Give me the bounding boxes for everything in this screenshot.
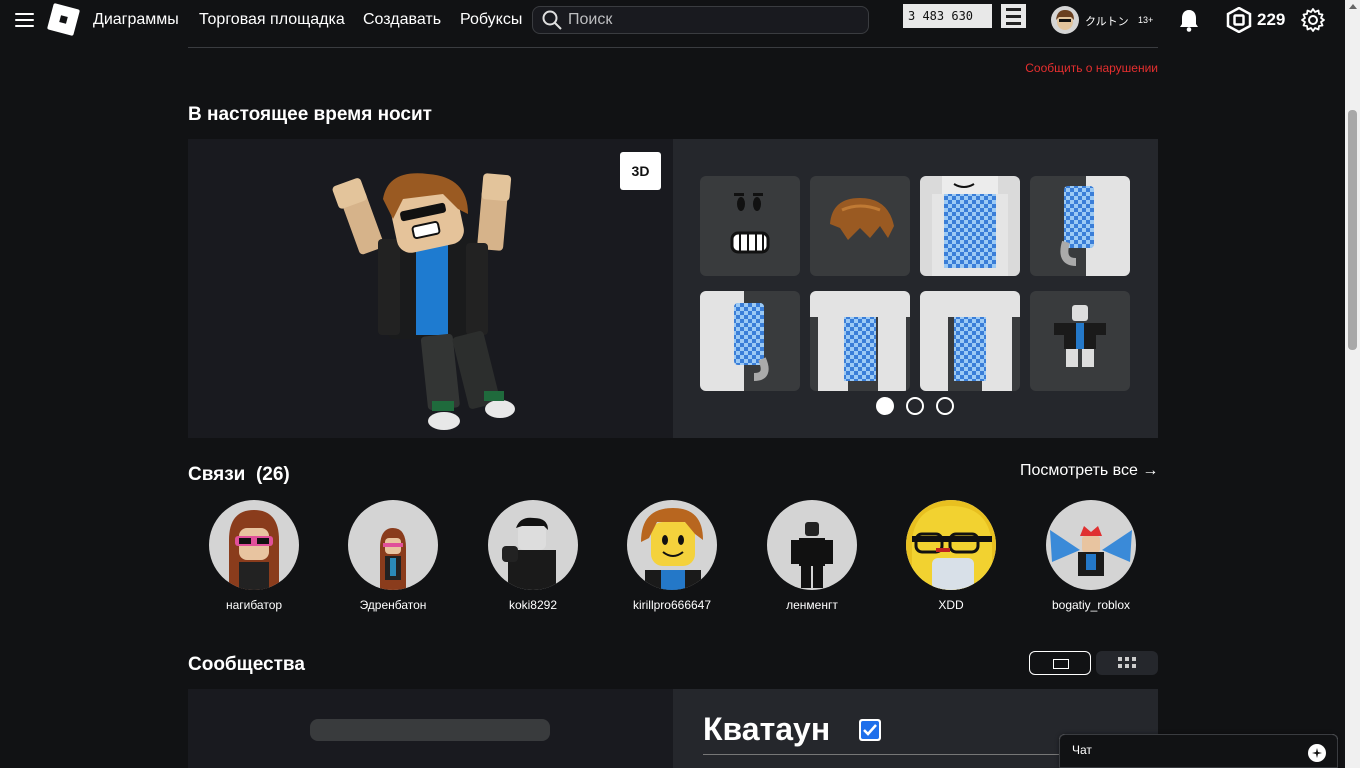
visit-counter: 3 483 630 (903, 4, 992, 28)
avatar[interactable] (1051, 6, 1079, 34)
carousel-dot-1[interactable] (876, 397, 894, 415)
new-chat-icon[interactable] (1308, 744, 1326, 762)
grid-view-icon (1118, 657, 1136, 668)
friend-name: Эдренбатон (359, 598, 427, 612)
community-divider (703, 754, 1063, 755)
left-arm-icon (700, 291, 769, 391)
carousel-dot-2[interactable] (906, 397, 924, 415)
friend-name: kirillpro666647 (632, 598, 712, 612)
robux-icon[interactable] (1226, 7, 1252, 33)
friend-card[interactable]: XDD (891, 500, 1011, 612)
connections-label: Связи (188, 464, 246, 485)
friend-name: нагибатор (225, 598, 283, 612)
friend-avatar (906, 500, 996, 590)
friend-avatar (209, 500, 299, 590)
friend-name: XDD (938, 598, 964, 612)
right-arm-icon (1060, 176, 1130, 276)
friend-name: bogatiy_roblox (1051, 598, 1131, 612)
gear-icon[interactable] (1300, 7, 1326, 33)
view-grid-button[interactable] (1096, 651, 1158, 675)
chat-label: Чат (1072, 743, 1092, 757)
3d-toggle-button[interactable]: 3D (620, 152, 661, 190)
slideshow-view-icon (1053, 659, 1069, 669)
roblox-logo[interactable] (46, 2, 81, 37)
friend-avatar (767, 500, 857, 590)
nav-marketplace[interactable]: Торговая площадка (199, 11, 345, 29)
item-left-leg[interactable] (920, 291, 1020, 391)
report-abuse-link[interactable]: Сообщить о нарушении (1025, 61, 1158, 75)
friend-card[interactable]: нагибатор (194, 500, 314, 612)
item-right-arm[interactable] (1030, 176, 1130, 276)
friend-name: koki8292 (508, 598, 558, 612)
left-leg-icon (920, 291, 1020, 391)
bell-icon[interactable] (1177, 7, 1201, 33)
item-hair[interactable] (810, 176, 910, 276)
friend-card[interactable]: ленменгт (752, 500, 872, 612)
chat-bar-inner: Чат (1059, 734, 1338, 768)
robux-balance[interactable]: 229 (1257, 10, 1285, 30)
nav-charts[interactable]: Диаграммы (93, 11, 179, 29)
friend-card[interactable]: bogatiy_roblox (1031, 500, 1151, 612)
item-right-leg[interactable] (810, 291, 910, 391)
see-all-link[interactable]: Посмотреть все → (1020, 462, 1158, 480)
friend-avatar (1046, 500, 1136, 590)
nav-robux[interactable]: Робуксы (460, 11, 522, 29)
verified-badge-icon (859, 719, 881, 741)
top-nav: Диаграммы Торговая площадка Создавать Ро… (0, 0, 1345, 40)
arrow-right-icon: → (1142, 462, 1159, 479)
scroll-up-arrow[interactable] (1349, 4, 1357, 9)
item-left-arm[interactable] (700, 291, 800, 391)
friend-card[interactable]: kirillpro666647 (612, 500, 732, 612)
connections-title: Связи (26) (188, 464, 290, 486)
friend-avatar (348, 500, 438, 590)
scroll-thumb[interactable] (1348, 110, 1357, 350)
view-slideshow-button[interactable] (1029, 651, 1091, 675)
connections-count: (26) (255, 464, 290, 485)
friend-avatar (627, 500, 717, 590)
scrollbar[interactable] (1345, 0, 1360, 768)
chat-bar[interactable]: Чат (1059, 734, 1338, 768)
item-shirt[interactable] (920, 176, 1020, 276)
username[interactable]: クルトン (1085, 13, 1129, 29)
communities-title: Сообщества (188, 654, 305, 675)
face-icon (730, 193, 770, 254)
search-icon (542, 10, 562, 30)
avatar-render (332, 173, 515, 430)
item-face[interactable] (700, 176, 800, 276)
avatar-preview (188, 139, 673, 438)
search-box (532, 6, 869, 34)
wearing-title: В настоящее время носит (188, 104, 432, 125)
item-outfit[interactable] (1030, 291, 1130, 391)
age-badge: 13+ (1138, 15, 1154, 25)
counter-menu-icon[interactable] (1001, 4, 1026, 28)
carousel-dot-3[interactable] (936, 397, 954, 415)
divider (188, 47, 1158, 48)
search-input[interactable] (568, 11, 858, 29)
friend-card[interactable]: koki8292 (473, 500, 593, 612)
outfit-icon (1054, 305, 1106, 367)
friend-avatar (488, 500, 578, 590)
community-name[interactable]: Кватаун (703, 711, 830, 748)
hair-icon (830, 198, 894, 240)
community-loading-bar (310, 719, 550, 741)
see-all-label: Посмотреть все (1020, 462, 1138, 479)
right-leg-icon (810, 291, 910, 391)
friend-name: ленменгт (786, 598, 838, 612)
nav-create[interactable]: Создавать (363, 11, 441, 29)
shirt-icon (920, 176, 1020, 276)
friend-card[interactable]: Эдренбатон (333, 500, 453, 612)
menu-icon[interactable] (15, 13, 34, 27)
